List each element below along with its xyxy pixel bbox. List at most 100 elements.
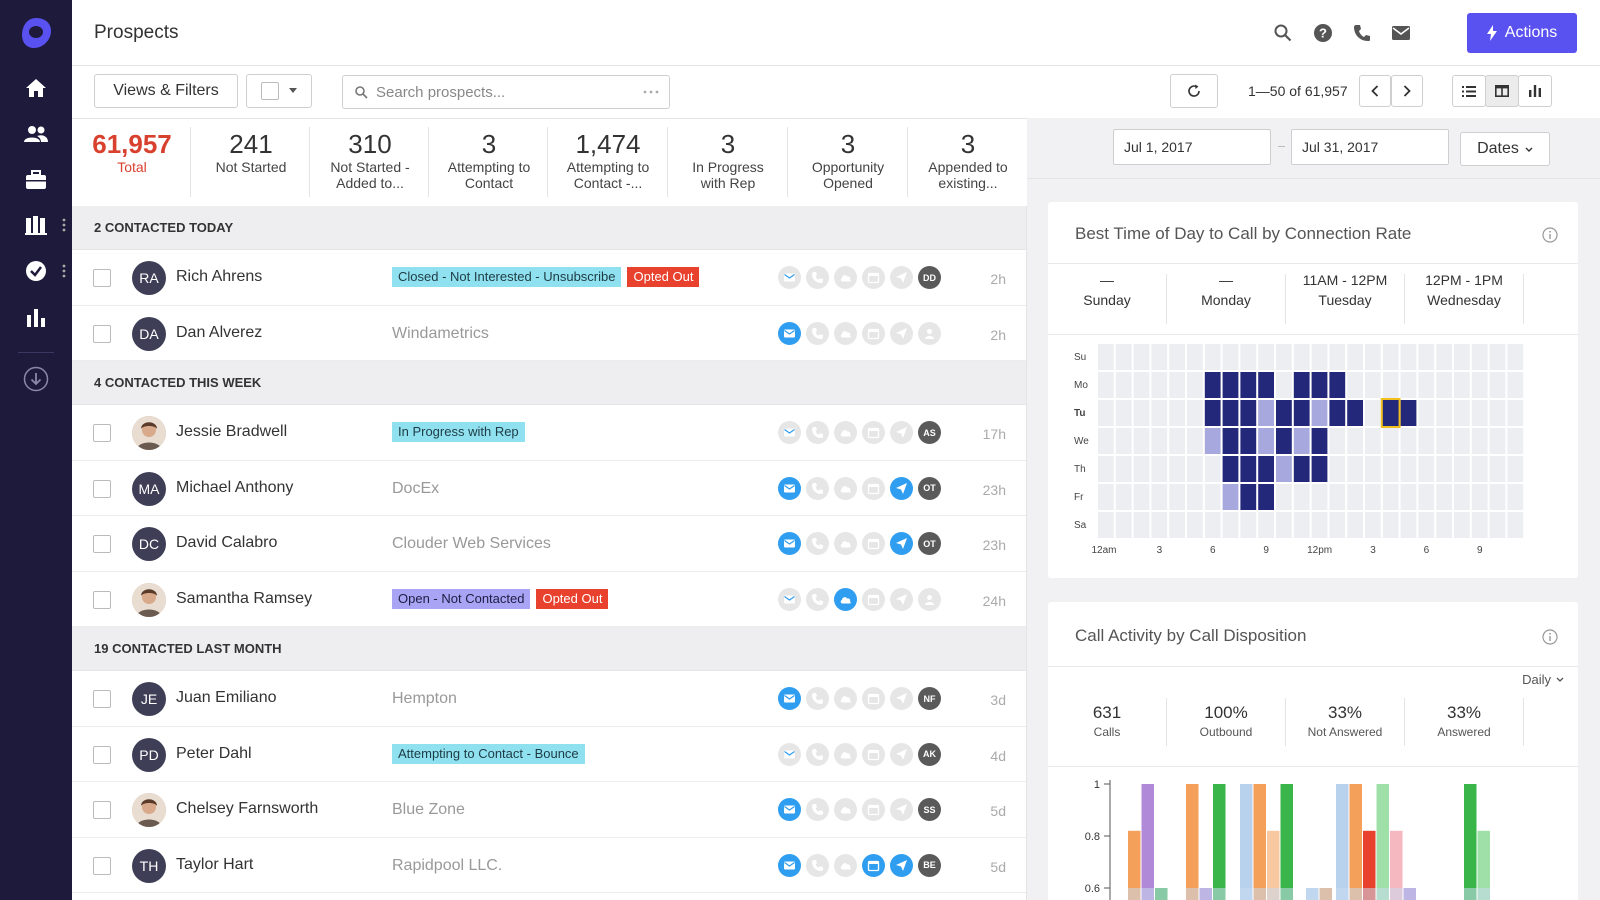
bar[interactable] (1464, 784, 1477, 900)
row-checkbox[interactable] (93, 745, 111, 764)
cloud-icon[interactable] (834, 532, 857, 555)
phone-icon[interactable] (806, 421, 829, 444)
cloud-icon[interactable] (834, 742, 857, 766)
prospect-company[interactable]: Hempton (392, 690, 457, 708)
heatmap-cell[interactable] (1400, 484, 1417, 510)
heatmap-cell[interactable] (1507, 344, 1524, 370)
cloud-icon[interactable] (834, 687, 857, 710)
split-view-button[interactable] (1485, 75, 1519, 107)
bar[interactable] (1240, 784, 1253, 900)
heatmap-cell[interactable] (1471, 484, 1488, 510)
mail-icon[interactable] (1388, 20, 1414, 46)
heatmap-cell[interactable] (1187, 372, 1203, 398)
heatmap-cell[interactable] (1258, 484, 1274, 510)
prospect-name[interactable]: Dan Alverez (176, 324, 262, 342)
heatmap-cell[interactable] (1258, 428, 1274, 454)
send-icon[interactable] (890, 476, 913, 500)
stat-0[interactable]: 61,957 Total (72, 129, 192, 175)
bar[interactable] (1253, 784, 1267, 900)
heatmap-cell[interactable] (1382, 456, 1399, 482)
cloud-icon[interactable] (834, 321, 857, 345)
email-icon[interactable] (778, 476, 801, 500)
heatmap-cell[interactable] (1240, 344, 1257, 370)
heatmap-cell[interactable] (1258, 344, 1274, 370)
heatmap-cell[interactable] (1204, 372, 1221, 398)
row-checkbox[interactable] (93, 535, 111, 553)
heatmap-cell[interactable] (1400, 512, 1417, 538)
bar[interactable] (1376, 784, 1390, 900)
heatmap-cell[interactable] (1365, 372, 1381, 398)
heatmap-cell[interactable] (1489, 484, 1506, 510)
heatmap-cell[interactable] (1365, 400, 1381, 426)
heatmap-cell[interactable] (1329, 512, 1346, 538)
heatmap-cell[interactable] (1240, 372, 1257, 398)
prospect-name[interactable]: Jessie Bradwell (176, 423, 287, 441)
heatmap-cell[interactable] (1293, 456, 1310, 482)
heatmap-cell[interactable] (1454, 400, 1470, 426)
heatmap-cell[interactable] (1169, 428, 1185, 454)
heatmap-cell[interactable] (1133, 456, 1150, 482)
date-to-input[interactable]: Jul 31, 2017 (1291, 129, 1449, 165)
heatmap-cell[interactable] (1507, 400, 1524, 426)
heatmap-cell[interactable] (1151, 456, 1168, 482)
heatmap-cell[interactable] (1454, 456, 1470, 482)
heatmap-cell[interactable] (1151, 344, 1168, 370)
heatmap-cell[interactable] (1329, 484, 1346, 510)
heatmap-cell[interactable] (1133, 484, 1150, 510)
heatmap-cell[interactable] (1133, 400, 1150, 426)
download-icon[interactable] (21, 364, 51, 394)
heatmap-cell[interactable] (1258, 456, 1274, 482)
heatmap-cell[interactable] (1418, 400, 1435, 426)
stat-2[interactable]: 310 Not Started - Added to... (310, 129, 430, 191)
heatmap-cell[interactable] (1293, 428, 1310, 454)
bar[interactable] (1141, 784, 1155, 900)
bar-chart-icon[interactable] (21, 302, 51, 332)
actions-button[interactable]: Actions (1467, 13, 1577, 53)
prospect-row[interactable]: Chelsey Farnsworth Blue Zone SS 5d (72, 782, 1026, 838)
prospect-row[interactable]: RA Rich Ahrens Closed - Not Interested - U… (72, 250, 1026, 306)
heatmap-cell[interactable] (1311, 400, 1328, 426)
heatmap-cell[interactable] (1489, 512, 1506, 538)
prev-page-button[interactable] (1359, 75, 1391, 107)
heatmap-cell[interactable] (1151, 484, 1168, 510)
cloud-icon[interactable] (834, 421, 857, 444)
heatmap-cell[interactable] (1293, 372, 1310, 398)
calendar-icon[interactable] (862, 532, 885, 555)
heatmap-cell[interactable] (1276, 484, 1292, 510)
send-icon[interactable] (890, 532, 913, 555)
heatmap-cell[interactable] (1382, 512, 1399, 538)
heatmap-cell[interactable] (1436, 400, 1452, 426)
heatmap-cell[interactable] (1507, 428, 1524, 454)
refresh-button[interactable] (1170, 74, 1218, 108)
heatmap-cell[interactable] (1347, 372, 1363, 398)
heatmap-cell[interactable] (1454, 484, 1470, 510)
phone-icon[interactable] (806, 742, 829, 766)
heatmap-cell[interactable] (1222, 484, 1239, 510)
heatmap-cell[interactable] (1436, 512, 1452, 538)
heatmap-cell[interactable] (1222, 400, 1239, 426)
heatmap-cell[interactable] (1151, 400, 1168, 426)
prospect-name[interactable]: Samantha Ramsey (176, 590, 312, 608)
phone-icon[interactable] (806, 476, 829, 500)
heatmap-cell[interactable] (1382, 344, 1399, 370)
calendar-icon[interactable] (862, 321, 885, 345)
heatmap-cell[interactable] (1382, 372, 1399, 398)
email-icon[interactable] (778, 587, 801, 611)
row-checkbox[interactable] (93, 801, 111, 819)
prospect-row[interactable]: DC David Calabro Clouder Web Services OT 23h (72, 516, 1026, 572)
heatmap-cell[interactable] (1187, 428, 1203, 454)
people-icon[interactable] (21, 119, 51, 149)
heatmap-cell[interactable] (1204, 484, 1221, 510)
heatmap-cell[interactable] (1471, 400, 1488, 426)
phone-icon[interactable] (1349, 20, 1375, 46)
heatmap-cell[interactable] (1311, 372, 1328, 398)
heatmap-cell[interactable] (1293, 512, 1310, 538)
heatmap-cell[interactable] (1115, 428, 1132, 454)
email-icon[interactable] (778, 853, 801, 877)
prospect-name[interactable]: Peter Dahl (176, 745, 252, 763)
heatmap-cell[interactable] (1471, 456, 1488, 482)
help-icon[interactable]: ? (1310, 20, 1336, 46)
phone-icon[interactable] (806, 798, 829, 821)
cloud-icon[interactable] (834, 587, 857, 611)
heatmap-cell[interactable] (1329, 344, 1346, 370)
